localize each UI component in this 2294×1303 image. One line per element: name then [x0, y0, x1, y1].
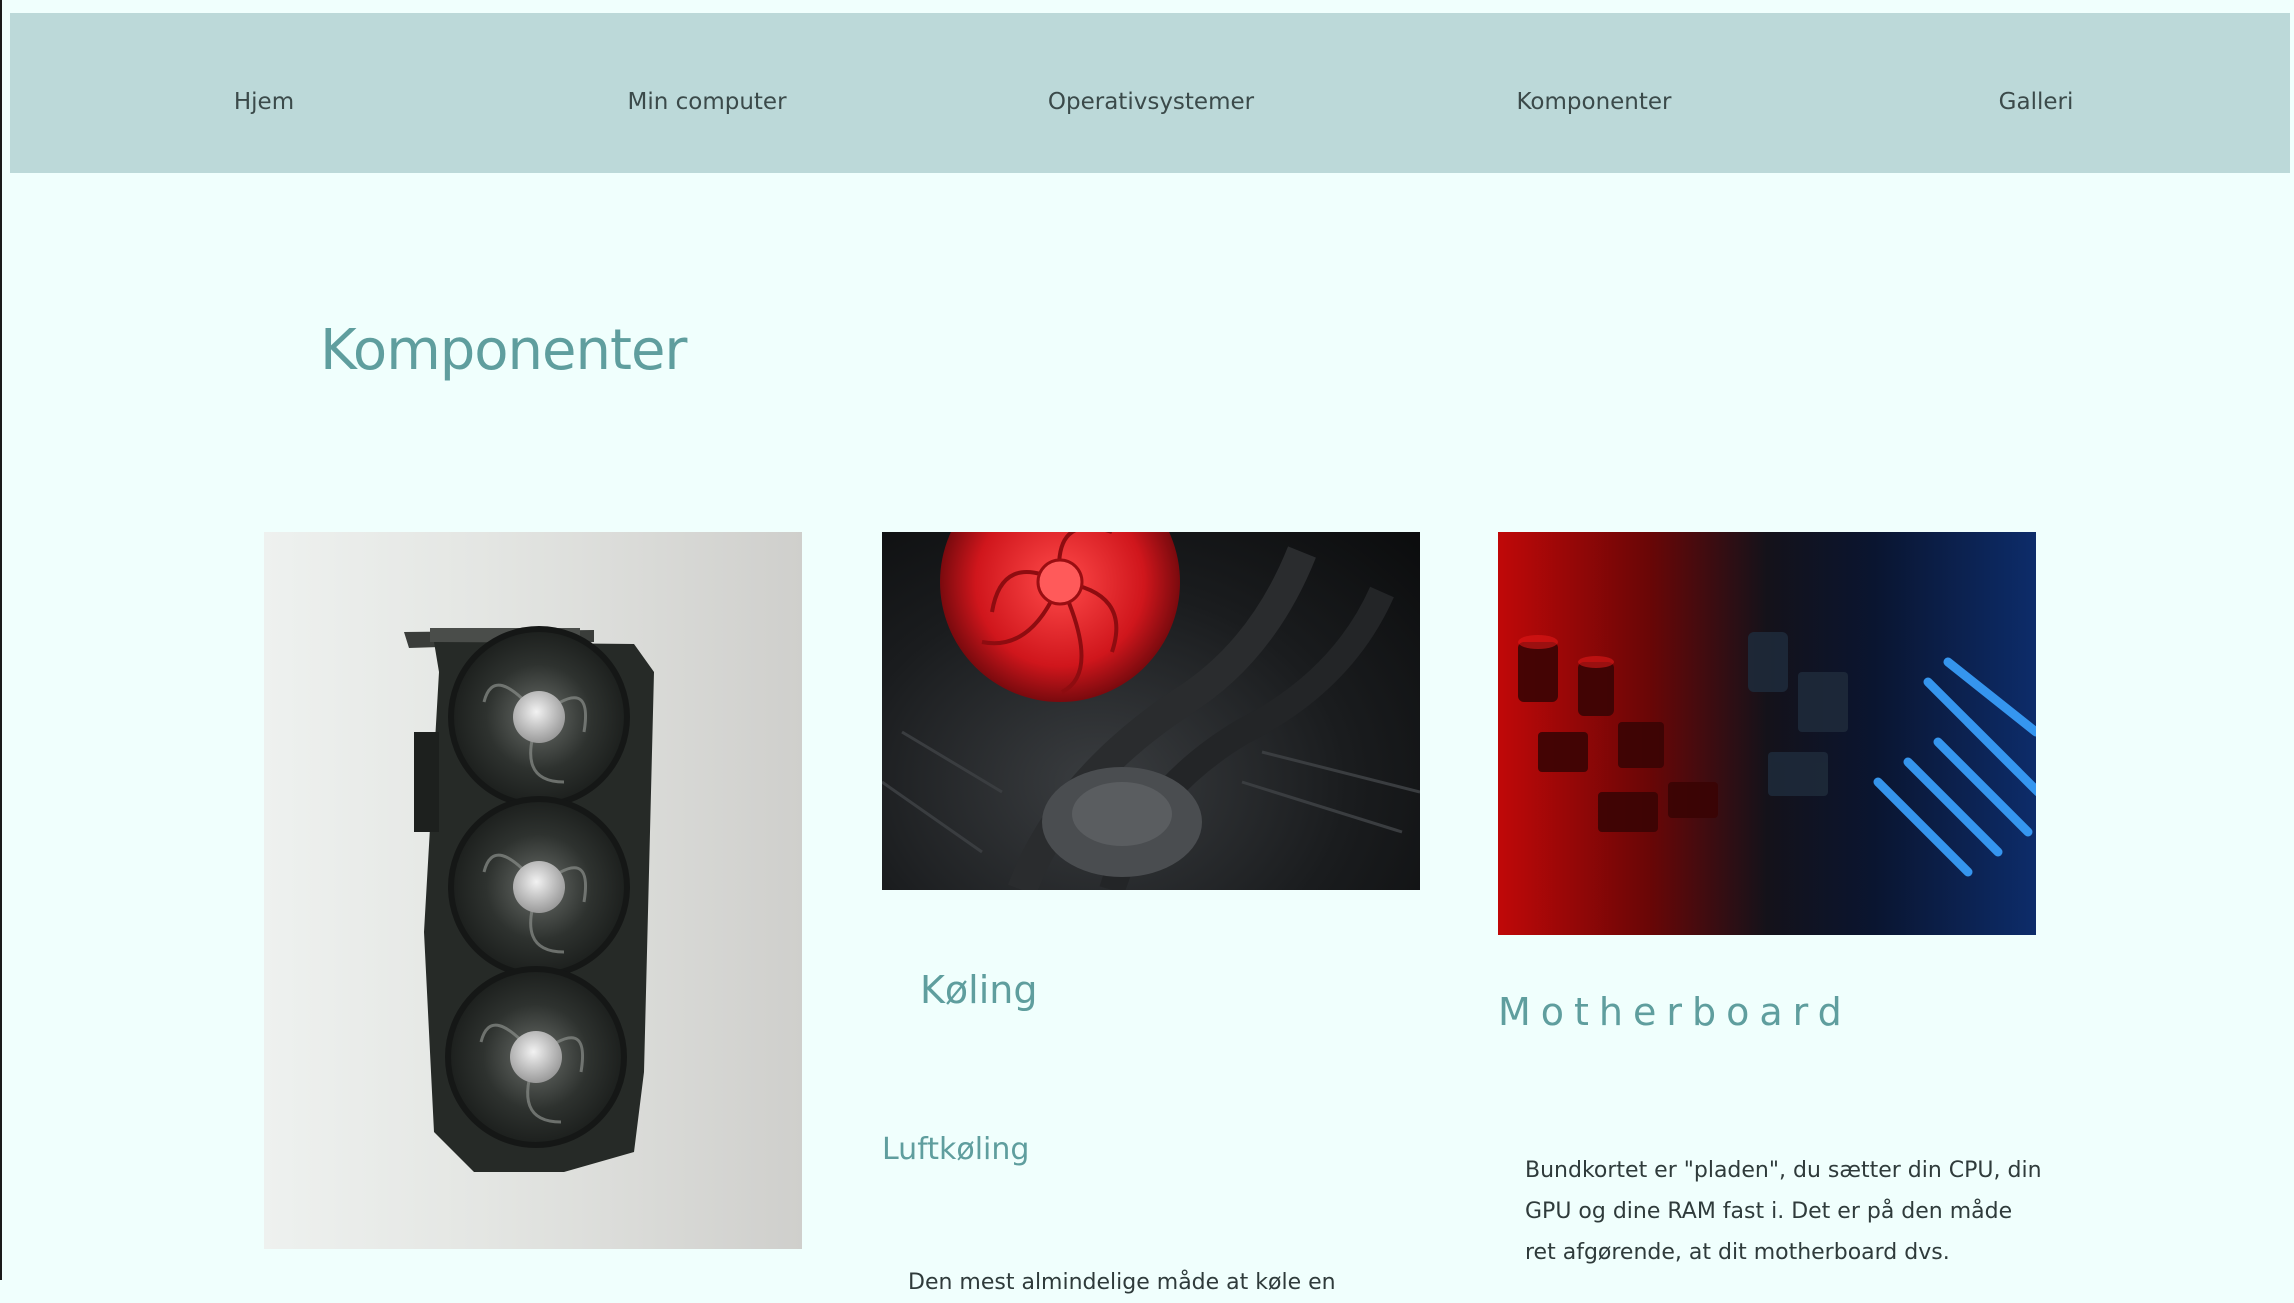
- nav-item-hjem[interactable]: Hjem: [234, 89, 294, 115]
- air-cooling-subheading: Luftkøling: [882, 1132, 1030, 1167]
- graphics-card-illustration: [404, 626, 654, 1172]
- cooling-heading: Køling: [920, 968, 1038, 1012]
- motherboard-illustration: [1518, 632, 2036, 877]
- nav-item-komponenter[interactable]: Komponenter: [1516, 89, 1671, 115]
- graphics-card-photo: [264, 532, 802, 1249]
- motherboard-photo: [1498, 532, 2036, 935]
- cooling-photo: [882, 532, 1420, 890]
- nav-item-min-computer[interactable]: Min computer: [627, 89, 786, 115]
- nav-item-galleri[interactable]: Galleri: [1999, 89, 2074, 115]
- page-title: Komponenter: [320, 318, 687, 383]
- top-strip: [0, 0, 2294, 13]
- top-navigation: Hjem Min computer Operativsystemer Kompo…: [10, 13, 2290, 173]
- motherboard-description: Bundkortet er "pladen", du sætter din CP…: [1525, 1158, 2042, 1265]
- nav-item-operativsystemer[interactable]: Operativsystemer: [1048, 89, 1254, 115]
- motherboard-heading: Motherboard: [1498, 990, 1852, 1034]
- cooling-illustration: [882, 532, 1420, 890]
- air-cooling-description: Den mest almindelige måde at køle en: [908, 1270, 1336, 1295]
- window-edge: [0, 0, 2, 1280]
